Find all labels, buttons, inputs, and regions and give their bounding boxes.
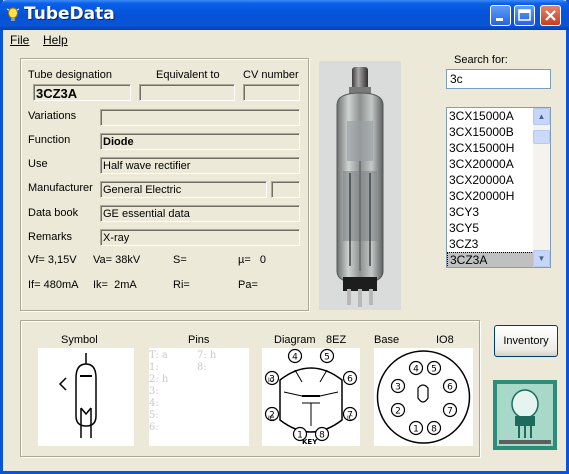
function-field: Diode [100,133,300,150]
svg-text:1: 1 [413,425,419,435]
inventory-button[interactable]: Inventory [494,325,558,357]
pins-label: Pins [188,334,210,346]
base-pin-1: 1 [408,420,424,436]
symbol-label: Symbol [61,334,98,346]
key-label: KEY [302,438,318,446]
diagram-pin-8: 8 [314,426,330,442]
menu-bar: File Help [3,30,566,49]
designation-label: Tube designation [28,69,112,81]
base-pin-3: 3 [390,378,406,394]
use-label: Use [28,158,48,170]
if-value: If= 480mA [28,279,79,291]
pa-value: Pa= [238,279,258,291]
base-label: Base [374,334,400,346]
maximize-icon [518,9,531,21]
diagram-pin-4: 4 [287,348,303,364]
pin-diagram: 45326718 IC IC IC KEY [262,348,360,446]
svg-text:4: 4 [413,365,419,375]
diagram-label: Diagram [274,334,316,346]
results-scrollbar[interactable]: ▲ ▼ [533,108,550,267]
base-diagram: 12345678 [374,348,473,446]
close-icon [545,10,556,21]
base-pin-7: 7 [442,402,458,418]
search-label: Search for: [454,54,508,66]
base-pin-6: 6 [442,378,458,394]
ri-value: Ri= [173,279,190,291]
svg-text:8: 8 [431,425,437,435]
diagram-pin-5: 5 [319,348,335,364]
pins-column-1: T: a 1: 2: h 3: 4: 5: 6: [149,350,169,433]
app-window: TubeData File Help Tube designation Equi… [0,0,569,474]
close-button[interactable] [540,5,561,26]
ic-label-2: IC [268,415,274,422]
diagram-pin-6: 6 [342,370,358,386]
base-pin-4: 4 [408,360,424,376]
lightbulb-icon [6,7,20,21]
svg-text:5: 5 [324,353,330,363]
equivalent-field [139,84,235,101]
chevron-down-icon: ▼ [537,254,546,263]
svg-text:5: 5 [431,365,437,375]
chevron-up-icon: ▲ [537,112,546,121]
base-pin-2: 2 [390,402,406,418]
svg-text:3: 3 [395,383,401,393]
remarks-label: Remarks [28,231,73,243]
ic-label-1: IC [268,377,274,384]
base-pin-5: 5 [426,360,442,376]
manufacturer-field: General Electric [100,181,267,198]
minimize-icon [496,18,503,21]
diagram-8ez-icon: 4 532671 8 IC IC IC KEY [264,348,358,446]
svg-text:7: 7 [447,407,453,417]
s-value: S= [173,254,187,266]
mu-value: µ= 0 [238,254,267,266]
vf-value: Vf= 3,15V [28,254,77,266]
diode-symbol-icon [58,353,97,438]
variations-field [100,109,300,126]
title-bar: TubeData [0,0,569,30]
results-list[interactable]: 3CX15000A 3CX15000B 3CX15000H 3CX20000A 3CX2… [446,107,551,268]
remarks-field: X-ray [100,229,300,246]
ik-value: Ik= 2mA [93,279,137,291]
menu-file[interactable]: File [10,33,29,47]
base-io8-icon: 1234 5678 [376,350,471,444]
tube-logo-icon [497,384,553,446]
menu-help[interactable]: Help [43,33,68,47]
pins-column-2: 7: h 8: [197,350,217,373]
cv-number-field [243,84,300,101]
equivalent-label: Equivalent to [156,69,220,81]
cv-number-label: CV number [243,69,299,81]
svg-text:6: 6 [347,375,353,385]
function-label: Function [28,134,71,146]
manufacturer-label: Manufacturer [28,182,93,194]
data-book-label: Data book [28,207,79,219]
menu-file-label: File [10,33,30,47]
va-value: Va= 38kV [93,254,141,266]
base-pin-8: 8 [426,420,442,436]
base-code: IO8 [436,334,454,346]
data-book-field: GE essential data [100,205,300,222]
diagram-code: 8EZ [326,334,347,346]
menu-help-label: Help [43,33,68,47]
pins-box: T: a 1: 2: h 3: 4: 5: 6: 7: h 8: [149,348,249,446]
app-logo [493,380,557,450]
tube-symbol [38,348,134,446]
svg-text:4: 4 [292,353,298,363]
svg-text:6: 6 [447,383,453,393]
minimize-button[interactable] [490,5,511,26]
manufacturer-extra-field [271,181,300,198]
svg-text:2: 2 [395,407,401,417]
svg-text:8: 8 [319,431,325,441]
search-input[interactable]: 3c [446,69,551,89]
use-field: Half wave rectifier [100,157,300,174]
tube-photo [319,61,401,310]
window-title: TubeData [24,4,115,24]
ic-label-3: IC [347,415,353,422]
scroll-thumb[interactable] [533,130,550,144]
scroll-up-button[interactable]: ▲ [533,108,550,125]
designation-field: 3CZ3A [33,84,131,101]
scroll-down-button[interactable]: ▼ [533,250,550,267]
maximize-button[interactable] [514,5,535,26]
variations-label: Variations [28,110,77,122]
